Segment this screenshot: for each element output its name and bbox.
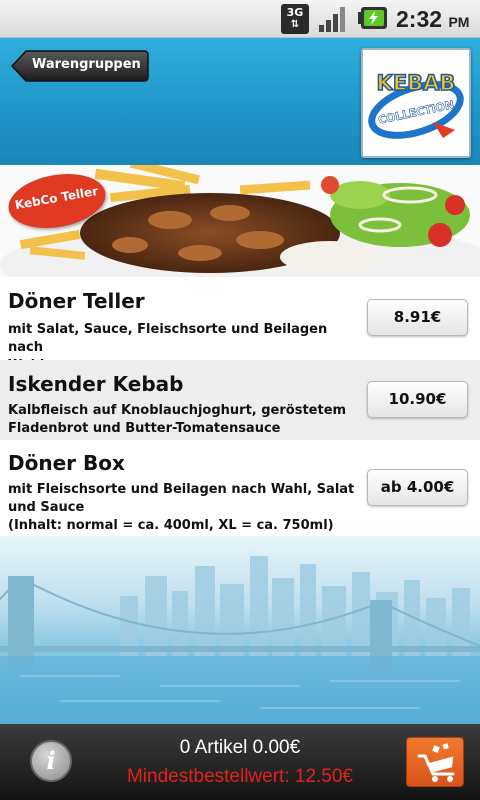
network-3g-icon: 3G ⇅	[281, 4, 309, 34]
logo-graphic: KEBAB COLLECTION	[368, 70, 464, 139]
cart-bottom-bar: i 0 Artikel 0.00€ Mindestbestellwert: 12…	[0, 724, 480, 800]
network-type: 3G	[286, 6, 304, 19]
back-button-label: Warengruppen	[32, 57, 141, 72]
minimum-order-notice: Mindestbestellwert: 12.50€	[126, 766, 353, 787]
item-title: Döner Box	[8, 451, 125, 475]
clock: 2:32 PM	[396, 6, 469, 33]
cart-summary: 0 Artikel 0.00€	[179, 737, 301, 758]
shopping-cart-icon	[417, 743, 455, 782]
kebab-collection-logo: KEBAB COLLECTION	[361, 48, 471, 158]
city-skyline-background	[0, 536, 480, 724]
list-item[interactable]: Döner Teller mit Salat, Sauce, Fleischso…	[0, 277, 480, 373]
price-button[interactable]: 8.91€	[367, 299, 468, 336]
app-header: Warengruppen KEBAB COLLECTION	[0, 38, 480, 165]
clock-time: 2:32	[396, 6, 443, 32]
item-description: mit Fleischsorte und Beilagen nach Wahl,…	[8, 482, 355, 533]
price-button[interactable]: ab 4.00€	[367, 469, 468, 506]
item-title: Iskender Kebab	[8, 372, 184, 396]
signal-strength-icon	[319, 7, 345, 32]
info-button[interactable]: i	[30, 740, 72, 782]
back-button[interactable]: Warengruppen	[10, 49, 150, 83]
battery-charging-icon	[358, 7, 387, 29]
logo-text-kebab: KEBAB	[377, 71, 456, 95]
list-item[interactable]: Döner Box mit Fleischsorte und Beilagen …	[0, 440, 480, 536]
list-item[interactable]: Iskender Kebab Kalbfleisch auf Knoblauch…	[0, 360, 480, 440]
clock-ampm: PM	[448, 14, 470, 30]
bridge-skyline-illustration	[0, 556, 480, 724]
status-bar: 3G ⇅ 2:32 PM	[0, 0, 480, 38]
shopping-cart-button[interactable]	[406, 737, 464, 787]
item-description: Kalbfleisch auf Knoblauchjoghurt, geröst…	[8, 403, 347, 436]
food-banner-image: KebCo Teller	[0, 165, 480, 277]
price-button[interactable]: 10.90€	[367, 381, 468, 418]
item-title: Döner Teller	[8, 289, 145, 313]
